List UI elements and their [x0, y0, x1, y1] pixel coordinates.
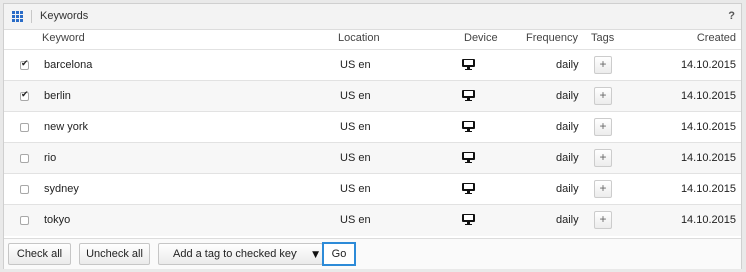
col-frequency[interactable]: Frequency: [526, 32, 578, 44]
check-all-button[interactable]: Check all: [8, 243, 71, 265]
created-cell: 14.10.2015: [680, 59, 736, 71]
location-cell: US en: [340, 214, 371, 226]
created-cell: 14.10.2015: [680, 121, 736, 133]
go-button[interactable]: Go: [322, 242, 356, 266]
table-row: tokyo US en daily +14.10.2015: [4, 204, 741, 236]
desktop-icon: [462, 152, 475, 164]
table-row: berlin US en daily +14.10.2015: [4, 80, 741, 112]
frequency-cell: daily: [556, 59, 579, 71]
table-row: sydney US en daily +14.10.2015: [4, 173, 741, 205]
grid-icon[interactable]: [12, 11, 23, 22]
add-tag-button[interactable]: +: [594, 180, 612, 198]
add-tag-select-value: Add a tag to checked keyw: [173, 248, 297, 260]
frequency-cell: daily: [556, 183, 579, 195]
keyword-cell: rio: [44, 152, 57, 164]
keyword-cell: sydney: [44, 183, 79, 195]
col-created[interactable]: Created: [697, 32, 736, 44]
keywords-panel: Keywords ? Keyword Location Device Frequ…: [3, 3, 742, 269]
panel-header: Keywords ?: [4, 4, 741, 30]
add-tag-button[interactable]: +: [594, 118, 612, 136]
col-tags[interactable]: Tags: [591, 32, 614, 44]
frequency-cell: daily: [556, 152, 579, 164]
frequency-cell: daily: [556, 214, 579, 226]
row-checkbox[interactable]: [20, 90, 29, 101]
created-cell: 14.10.2015: [680, 214, 736, 226]
location-cell: US en: [340, 90, 371, 102]
location-cell: US en: [340, 59, 371, 71]
created-cell: 14.10.2015: [680, 183, 736, 195]
col-keyword[interactable]: Keyword: [42, 32, 85, 44]
add-tag-button[interactable]: +: [594, 149, 612, 167]
keyword-cell: barcelona: [44, 59, 93, 71]
desktop-icon: [462, 121, 475, 133]
desktop-icon: [462, 90, 475, 102]
uncheck-all-button[interactable]: Uncheck all: [79, 243, 150, 265]
add-tag-button[interactable]: +: [594, 211, 612, 229]
help-icon[interactable]: ?: [728, 10, 735, 22]
row-checkbox[interactable]: [20, 216, 29, 225]
desktop-icon: [462, 183, 475, 195]
created-cell: 14.10.2015: [680, 90, 736, 102]
created-cell: 14.10.2015: [680, 152, 736, 164]
keyword-cell: tokyo: [44, 214, 71, 226]
add-tag-select[interactable]: Add a tag to checked keyw ▼: [158, 243, 323, 265]
panel-title: Keywords: [40, 10, 89, 22]
keyword-cell: berlin: [44, 90, 71, 102]
row-checkbox[interactable]: [20, 185, 29, 194]
add-tag-button[interactable]: +: [594, 87, 612, 105]
header-divider: [31, 10, 32, 23]
table-row: new york US en daily +14.10.2015: [4, 111, 741, 143]
desktop-icon: [462, 214, 475, 226]
col-device[interactable]: Device: [464, 32, 498, 44]
row-checkbox[interactable]: [20, 154, 29, 163]
location-cell: US en: [340, 152, 371, 164]
desktop-icon: [462, 59, 475, 71]
location-cell: US en: [340, 121, 371, 133]
table-row: barcelona US en daily +14.10.2015: [4, 49, 741, 81]
table-row: rio US en daily +14.10.2015: [4, 142, 741, 174]
row-checkbox[interactable]: [20, 59, 29, 70]
frequency-cell: daily: [556, 90, 579, 102]
table-footer: Check all Uncheck all Add a tag to check…: [4, 238, 741, 269]
col-location[interactable]: Location: [338, 32, 380, 44]
dropdown-caret-icon: ▼: [312, 250, 319, 260]
row-checkbox[interactable]: [20, 123, 29, 132]
location-cell: US en: [340, 183, 371, 195]
keyword-cell: new york: [44, 121, 89, 133]
add-tag-button[interactable]: +: [594, 56, 612, 74]
frequency-cell: daily: [556, 121, 579, 133]
